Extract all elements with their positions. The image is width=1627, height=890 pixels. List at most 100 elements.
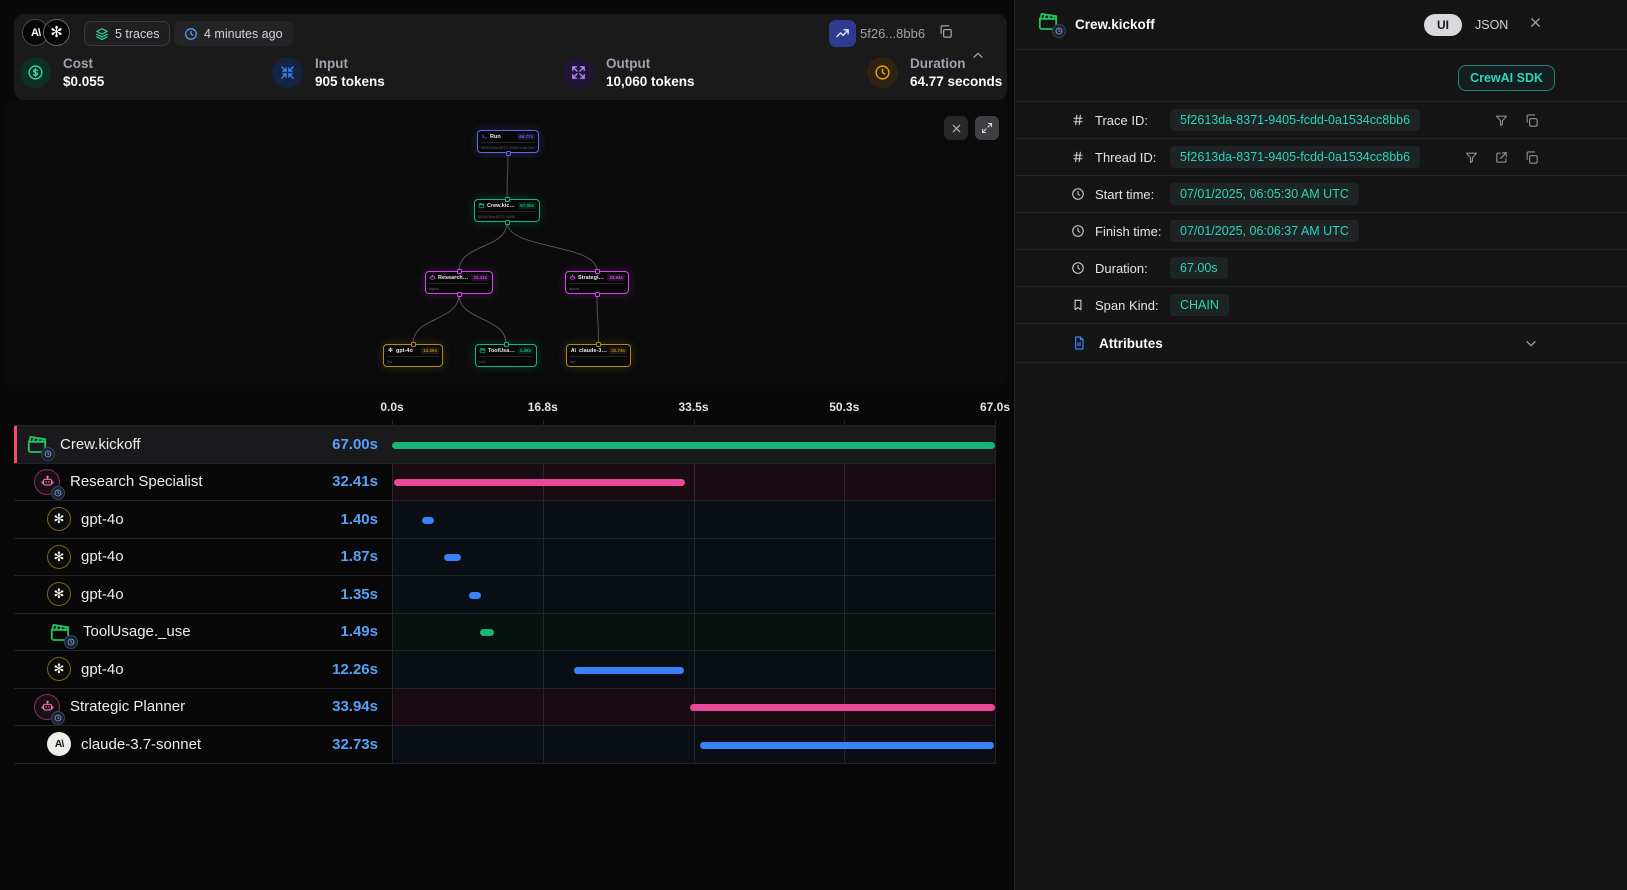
traces-count-badge[interactable]: 5 traces — [84, 21, 170, 46]
span-duration: 33.94s — [332, 689, 378, 726]
graph-node-crew[interactable]: Crew.kickoff67.00s5f2613da-8371-9405… — [474, 199, 540, 222]
clock-icon — [867, 57, 898, 88]
copy-icon[interactable] — [938, 24, 953, 39]
span-name-cell: ✻gpt-4o — [47, 539, 124, 576]
detail-label: Finish time: — [1095, 224, 1161, 239]
trace-chart-button[interactable] — [829, 20, 856, 47]
span-bar[interactable] — [469, 592, 481, 599]
copy-icon[interactable] — [1524, 113, 1539, 128]
metric-value: 905 tokens — [315, 74, 385, 89]
graph-node-badge: 32.73s — [609, 347, 627, 354]
graph-node-research[interactable]: Research Speciali...32.41sagent — [425, 271, 493, 294]
axis-tick-label: 67.0s — [980, 400, 1010, 414]
graph-node-label: claude-3.7-sonnet — [579, 348, 607, 354]
span-duration: 32.73s — [332, 726, 378, 763]
span-bar[interactable] — [574, 667, 684, 674]
graph-node-subtext: 5f2613da-8371-9405-fcdd-0a15… — [481, 142, 535, 150]
span-detail-panel: Crew.kickoff UI JSON CrewAI SDK Trace ID… — [1014, 0, 1627, 890]
tab-ui[interactable]: UI — [1424, 14, 1462, 36]
span-bar[interactable] — [690, 704, 995, 711]
attributes-row[interactable]: Attributes — [1015, 324, 1627, 363]
waterfall-row[interactable]: A\claude-3.7-sonnet 32.73s — [14, 726, 995, 764]
graph-node-gpt[interactable]: ✻gpt-4o12.26sllm — [383, 344, 443, 367]
metric-value: $0.055 — [63, 74, 104, 89]
graph-close-button[interactable] — [944, 116, 968, 140]
graph-node-tool[interactable]: ToolUsage._use1.49stool — [475, 344, 537, 367]
metric-cost: Cost$0.055 — [20, 56, 104, 89]
trace-age-badge[interactable]: 4 minutes ago — [174, 21, 293, 46]
waterfall-row[interactable]: ✻gpt-4o1.40s — [14, 501, 995, 539]
span-chart-cell — [392, 464, 995, 501]
span-name-cell: ✻gpt-4o — [47, 576, 124, 613]
metric-input: Input905 tokens — [272, 56, 385, 89]
span-bar[interactable] — [392, 442, 995, 449]
graph-node-head: A\claude-3.7-sonnet32.73s — [570, 347, 627, 354]
graph-node-run[interactable]: Run64.77s5f2613da-8371-9405-fcdd-0a15… — [477, 130, 539, 153]
waterfall-row[interactable]: ToolUsage._use 1.49s — [14, 614, 995, 652]
detail-row: Thread ID:5f2613da-8371-9405-fcdd-0a1534… — [1015, 139, 1627, 176]
waterfall-row[interactable]: ✻gpt-4o1.87s — [14, 539, 995, 577]
waterfall-row[interactable]: Research Specialist32.41s — [14, 464, 995, 502]
tab-json[interactable]: JSON — [1475, 18, 1508, 32]
open-external-icon[interactable] — [1494, 150, 1509, 165]
robot-icon — [569, 274, 576, 281]
graph-node-subtext: llm — [387, 356, 439, 364]
metric-text-cost: Cost$0.055 — [63, 56, 104, 89]
openai-glyph: ✻ — [50, 25, 63, 40]
chevron-up-icon[interactable] — [970, 48, 986, 64]
detail-value-chip: 5f2613da-8371-9405-fcdd-0a1534cc8bb6 — [1170, 109, 1420, 131]
detail-label: Trace ID: — [1095, 113, 1148, 128]
waterfall-row[interactable]: ✻gpt-4o12.26s — [14, 651, 995, 689]
openai-icon: ✻ — [47, 507, 71, 531]
traces-count-label: 5 traces — [115, 27, 159, 41]
clapper-icon — [478, 202, 485, 209]
trace-viewer-app: A\ ✻ 5 traces 4 minutes ago 5f26...8bb6 … — [0, 0, 1627, 890]
detail-value-chip: 07/01/2025, 06:05:30 AM UTC — [1170, 183, 1359, 205]
span-duration: 1.35s — [340, 576, 378, 613]
openai-icon: ✻ — [47, 657, 71, 681]
graph-connector-handle — [595, 269, 600, 274]
waterfall-row[interactable]: Strategic Planner 33.94s — [14, 689, 995, 727]
span-name-cell: A\claude-3.7-sonnet — [47, 726, 201, 763]
waterfall-row[interactable]: Crew.kickoff67.00s — [14, 426, 995, 464]
panel-close-icon[interactable] — [1528, 15, 1543, 30]
waterfall-row[interactable]: ✻gpt-4o 1.35s — [14, 576, 995, 614]
copy-icon[interactable] — [1524, 150, 1539, 165]
span-name: Crew.kickoff — [60, 436, 141, 453]
detail-title: Crew.kickoff — [1075, 17, 1155, 32]
waterfall-rows: Crew.kickoff67.00sResearch Specialist32.… — [14, 425, 995, 764]
span-name-cell: ToolUsage._use — [47, 614, 191, 651]
agentops-badge-icon — [1052, 24, 1066, 38]
agentops-badge-icon — [51, 711, 65, 725]
graph-node-head: Strategic Planner33.94s — [569, 274, 625, 281]
span-name-cell: Crew.kickoff — [24, 426, 141, 463]
span-bar[interactable] — [700, 742, 995, 749]
span-bar[interactable] — [394, 479, 686, 486]
expand-icon — [563, 57, 594, 88]
dollar-icon — [20, 57, 51, 88]
graph-node-label: Strategic Planner — [578, 275, 605, 281]
span-chart-cell — [392, 501, 995, 538]
terminal-icon — [481, 133, 488, 140]
span-bar[interactable] — [480, 629, 493, 636]
clock-icon — [184, 27, 198, 41]
span-bar[interactable] — [444, 554, 461, 561]
graph-connector-handle — [596, 342, 601, 347]
metric-output: Output10,060 tokens — [563, 56, 695, 89]
span-bar[interactable] — [422, 517, 435, 524]
filter-icon[interactable] — [1494, 113, 1509, 128]
bookmark-icon — [1071, 298, 1085, 312]
filter-icon[interactable] — [1464, 150, 1479, 165]
graph-expand-button[interactable] — [975, 116, 999, 140]
graph-node-strategic[interactable]: Strategic Planner33.94sagent — [565, 271, 629, 294]
span-name: Strategic Planner — [70, 698, 185, 715]
chevron-down-icon[interactable] — [1523, 335, 1539, 356]
graph-node-claude[interactable]: A\claude-3.7-sonnet32.73sllm — [566, 344, 631, 367]
robot-icon — [429, 274, 436, 281]
metric-value: 10,060 tokens — [606, 74, 695, 89]
compress-icon — [272, 57, 303, 88]
span-duration: 1.49s — [340, 614, 378, 651]
graph-connector-handle — [506, 151, 511, 156]
trending-up-icon — [835, 26, 850, 41]
axis-tick-label: 33.5s — [678, 400, 708, 414]
